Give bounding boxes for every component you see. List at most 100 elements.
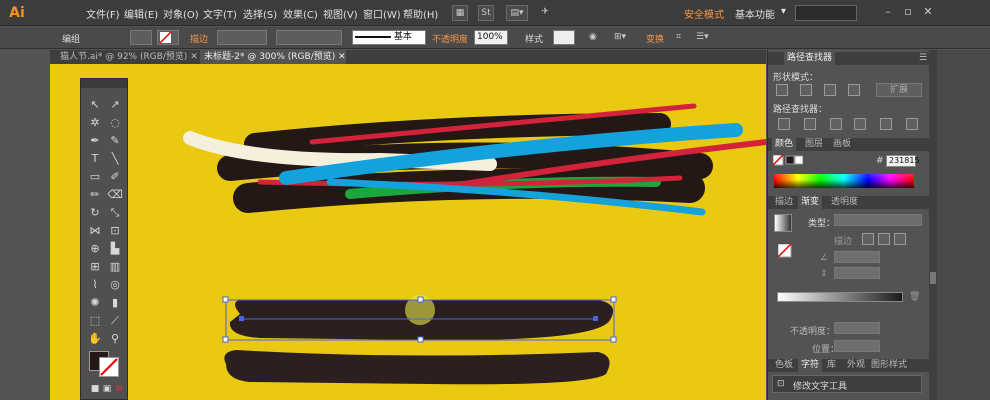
paintbrush-tool-icon[interactable]: ✐ (105, 169, 125, 185)
panel-menu-icon[interactable]: ☰▾ (696, 32, 709, 42)
gradient-location-field[interactable] (834, 340, 880, 352)
close-icon[interactable]: ✕ (920, 4, 936, 20)
close-icon[interactable]: ✕ (190, 52, 198, 62)
lasso-tool-icon[interactable]: ◌ (105, 115, 125, 131)
blend-tool-icon[interactable]: ◎ (105, 277, 125, 293)
handle-bottom-right[interactable] (610, 336, 617, 343)
opacity-field[interactable]: 100% (474, 30, 508, 45)
tab-appearance[interactable]: 外观 (844, 359, 868, 372)
exclude-icon[interactable] (848, 84, 860, 96)
stroke-along-icon[interactable] (878, 233, 890, 245)
handle-bottom-center[interactable] (417, 336, 424, 343)
menu-edit[interactable]: 编辑(E) (124, 6, 158, 21)
close-icon[interactable]: ✕ (338, 52, 346, 62)
menu-select[interactable]: 选择(S) (243, 6, 277, 21)
anchor-left[interactable] (239, 316, 244, 321)
handle-top-right[interactable] (610, 296, 617, 303)
delete-stop-icon[interactable]: 🗑 (909, 292, 920, 302)
menu-type[interactable]: 文字(T) (203, 6, 237, 21)
character-style-item[interactable]: ⊡ 修改文字工具 (772, 375, 922, 393)
free-transform-tool-icon[interactable]: ⊡ (105, 223, 125, 239)
tab-swatches[interactable]: 色板 (772, 359, 796, 372)
menu-object[interactable]: 对象(O) (163, 6, 199, 21)
tools-panel-header[interactable] (81, 79, 127, 88)
handle-top-left[interactable] (222, 296, 229, 303)
column-graph-tool-icon[interactable]: ▮ (105, 295, 125, 311)
arrange-documents-icon[interactable]: ▤▾ (506, 5, 528, 21)
handle-top-center[interactable] (417, 296, 424, 303)
tab-layers[interactable]: 图层 (802, 138, 826, 151)
stroke-across-icon[interactable] (894, 233, 906, 245)
anchor-right[interactable] (593, 316, 598, 321)
none-mode-icon[interactable]: ⊘ (109, 381, 129, 397)
menu-view[interactable]: 视图(V) (323, 6, 358, 21)
tab-character-styles[interactable]: 字符 (798, 359, 823, 372)
tab-document-1[interactable]: 猫人节.ai* @ 92% (RGB/预览) ✕ (56, 50, 198, 64)
brush-definition[interactable]: 基本 (352, 30, 426, 45)
handle-bottom-left[interactable] (222, 336, 229, 343)
fill-stroke-mini-icon[interactable] (773, 155, 803, 167)
menu-window[interactable]: 窗口(W) (363, 6, 401, 21)
gradient-angle-field[interactable] (834, 251, 880, 263)
tab-graphic-styles[interactable]: 图形样式 (868, 359, 910, 372)
scrollbar-thumb[interactable] (930, 272, 936, 284)
stock-icon[interactable]: St (478, 5, 494, 21)
gradient-opacity-field[interactable] (834, 322, 880, 334)
panel-scrollbar[interactable] (929, 50, 937, 400)
menu-effect[interactable]: 效果(C) (283, 6, 318, 21)
direct-selection-tool-icon[interactable]: ↗ (105, 97, 125, 113)
none-fill-icon[interactable] (778, 244, 792, 258)
menu-file[interactable]: 文件(F) (86, 6, 120, 21)
intersect-icon[interactable] (824, 84, 836, 96)
rotate-tool-icon[interactable]: ↻ (85, 205, 105, 221)
workspace-switcher[interactable]: 基本功能 (735, 6, 775, 21)
mesh-tool-icon[interactable]: ⊞ (85, 259, 105, 275)
gradient-preview-swatch[interactable] (774, 214, 792, 232)
tab-libraries[interactable]: 库 (824, 359, 839, 372)
eyedropper-tool-icon[interactable]: ⌇ (85, 277, 105, 293)
tab-transparency[interactable]: 透明度 (828, 196, 861, 209)
scale-tool-icon[interactable]: ⤡ (105, 205, 125, 221)
tab-stroke[interactable]: 描边 (772, 196, 796, 209)
type-tool-icon[interactable]: T (85, 151, 105, 167)
curved-brush-shape[interactable] (224, 350, 610, 385)
zoom-tool-icon[interactable]: ⚲ (105, 331, 125, 347)
gpu-performance-icon[interactable]: ✈ (536, 5, 554, 21)
graphic-style-picker[interactable] (553, 30, 575, 45)
slice-tool-icon[interactable]: ⟋ (105, 313, 125, 329)
tab-color[interactable]: 颜色 (772, 138, 797, 151)
shape-builder-tool-icon[interactable]: ⊕ (85, 241, 105, 257)
curvature-tool-icon[interactable]: ✎ (105, 133, 125, 149)
gradient-tool-icon[interactable]: ▥ (105, 259, 125, 275)
tab-pathfinder[interactable]: 路径查找器 (784, 52, 836, 65)
expand-button[interactable]: 扩展 (876, 83, 922, 97)
stroke-swatch[interactable] (157, 30, 179, 45)
variable-width-profile[interactable] (276, 30, 342, 45)
magic-wand-tool-icon[interactable]: ✲ (85, 115, 105, 131)
gradient-slider[interactable] (777, 292, 903, 302)
maximize-icon[interactable]: ▫ (900, 4, 916, 20)
gradient-aspect-field[interactable] (834, 267, 880, 279)
opacity-label[interactable]: 不透明度 (432, 32, 468, 45)
pen-tool-icon[interactable]: ✒ (85, 133, 105, 149)
minus-back-icon[interactable] (906, 118, 918, 130)
rectangle-tool-icon[interactable]: ▭ (85, 169, 105, 185)
fill-stroke-swatches[interactable] (89, 351, 121, 377)
artboard-canvas[interactable] (50, 64, 766, 400)
trim-icon[interactable] (804, 118, 816, 130)
merge-icon[interactable] (830, 118, 842, 130)
bridge-icon[interactable]: ▦ (452, 5, 468, 21)
hand-tool-icon[interactable]: ✋ (85, 331, 105, 347)
tab-document-2[interactable]: 未标题-2* @ 300% (RGB/预览) ✕ (200, 50, 346, 64)
minus-front-icon[interactable] (800, 84, 812, 96)
isolate-icon[interactable]: ⌗ (676, 32, 681, 42)
chevron-down-icon[interactable]: ▾ (781, 6, 786, 17)
eraser-tool-icon[interactable]: ⌫ (105, 187, 125, 203)
perspective-grid-tool-icon[interactable]: ▙ (105, 241, 125, 257)
tab-artboards[interactable]: 画板 (830, 138, 854, 151)
fill-swatch[interactable] (130, 30, 152, 45)
stroke-within-icon[interactable] (862, 233, 874, 245)
align-icon[interactable]: ⊞▾ (614, 32, 626, 42)
gradient-type-select[interactable] (834, 214, 922, 226)
width-tool-icon[interactable]: ⋈ (85, 223, 105, 239)
